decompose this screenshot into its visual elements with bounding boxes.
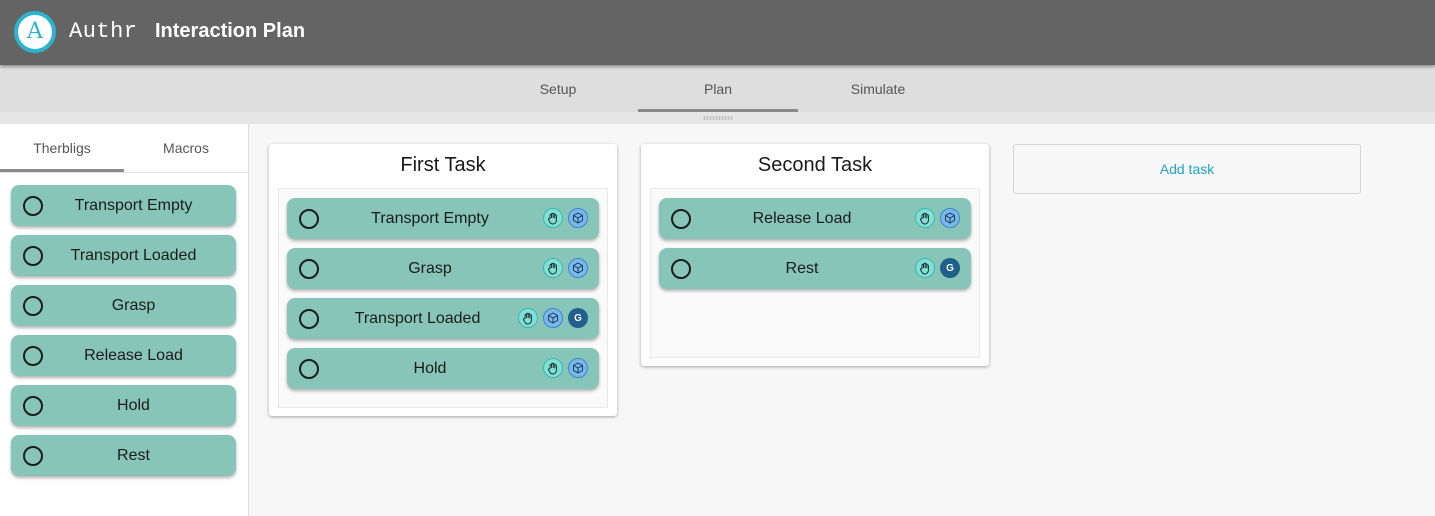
tab-setup[interactable]: Setup [478,65,638,112]
radio-icon[interactable] [299,359,319,379]
goal-icon: G [940,258,960,278]
task-item-grasp[interactable]: Grasp [287,248,599,289]
therblig-sidebar: Therbligs Macros Transport Empty Transpo… [0,124,249,516]
page-title: Interaction Plan [155,20,306,42]
sidebar-item-label: Rest [117,446,150,464]
task-item-label: Hold [413,359,447,377]
hand-icon [915,258,935,278]
task-item-transport-loaded[interactable]: Transport Loaded G [287,298,599,339]
task-item-transport-empty[interactable]: Transport Empty [287,198,599,239]
sidebar-item-label: Hold [117,396,150,414]
sidebar-item-label: Release Load [84,346,183,364]
hand-icon [543,358,563,378]
sidebar-item-label: Grasp [111,296,156,314]
cube-icon [568,258,588,278]
sidebar-item-label: Transport Empty [74,196,193,214]
goal-letter: G [574,312,582,324]
app-header: A Authr Interaction Plan [0,0,1435,65]
task-item-hold[interactable]: Hold [287,348,599,389]
task-item-label: Transport Empty [371,209,489,227]
tab-plan[interactable]: Plan [638,65,798,112]
sidebar-item-label: Transport Loaded [70,246,197,264]
radio-icon[interactable] [671,259,691,279]
radio-icon[interactable] [299,209,319,229]
cube-icon [940,208,960,228]
hand-icon [543,208,563,228]
sidebar-item-transport-empty[interactable]: Transport Empty [11,185,236,226]
hand-icon [518,308,538,328]
cube-icon [568,208,588,228]
task-item-rest[interactable]: Rest G [659,248,971,289]
main-tab-bar: Setup Plan Simulate [0,65,1435,112]
hand-icon [543,258,563,278]
hand-icon [915,208,935,228]
goal-letter: G [946,262,954,274]
tab-simulate[interactable]: Simulate [798,65,958,112]
radio-icon[interactable] [23,346,43,366]
app-logo: A [14,11,56,53]
radio-icon[interactable] [23,446,43,466]
task-title: First Task [400,154,486,176]
task-title: Second Task [757,154,873,176]
task-item-label: Grasp [408,259,452,277]
drag-handle-icon[interactable] [703,116,733,120]
sidebar-item-rest[interactable]: Rest [11,435,236,476]
radio-icon[interactable] [23,196,43,216]
task-item-label: Release Load [752,209,852,227]
radio-icon[interactable] [23,296,43,316]
radio-icon[interactable] [23,396,43,416]
cube-icon [568,358,588,378]
radio-icon[interactable] [23,246,43,266]
divider [0,172,248,173]
logo-letter: A [27,19,43,44]
radio-icon[interactable] [671,209,691,229]
radio-icon[interactable] [299,259,319,279]
task-item-label: Transport Loaded [354,309,481,327]
sidebar-item-grasp[interactable]: Grasp [11,285,236,326]
sidebar-item-transport-loaded[interactable]: Transport Loaded [11,235,236,276]
add-task-button[interactable]: Add task [1013,144,1361,194]
task-card-first: First Task Transport Empty Grasp Transpo… [269,144,617,416]
brand-name: Authr [69,19,138,44]
tab-macros[interactable]: Macros [124,124,248,172]
sidebar-item-release-load[interactable]: Release Load [11,335,236,376]
sidebar-item-hold[interactable]: Hold [11,385,236,426]
radio-icon[interactable] [299,309,319,329]
goal-icon: G [568,308,588,328]
tab-therbligs[interactable]: Therbligs [0,124,124,172]
task-item-release-load[interactable]: Release Load [659,198,971,239]
cube-icon [543,308,563,328]
task-item-label: Rest [785,259,819,277]
task-card-second: Second Task Release Load Rest G [641,144,989,366]
